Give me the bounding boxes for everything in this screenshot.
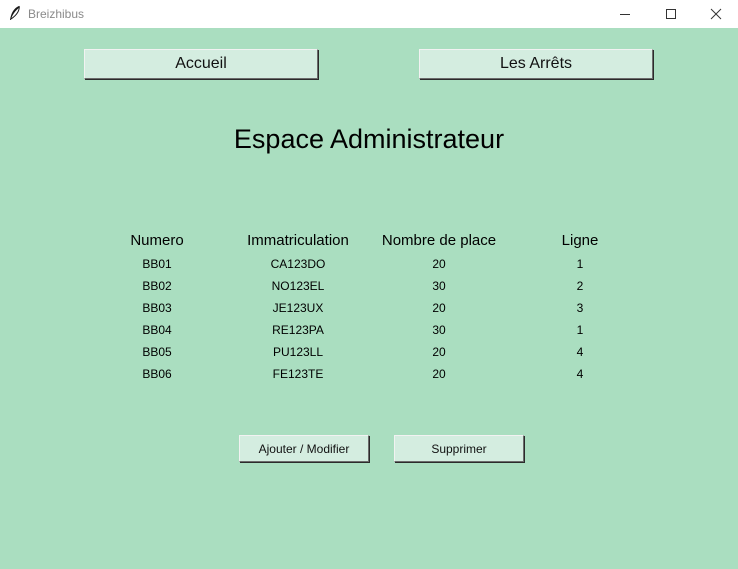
table-cell-immatriculation: FE123TE <box>272 367 324 381</box>
close-button[interactable] <box>693 0 738 28</box>
minimize-icon <box>620 14 630 15</box>
table-cell-immatriculation: PU123LL <box>272 345 324 359</box>
stops-button[interactable]: Les Arrêts <box>419 49 653 79</box>
table-cell-immatriculation: CA123DO <box>270 257 326 271</box>
table-cell-ligne: 1 <box>576 257 584 271</box>
table-cell-nombre-de-place: 30 <box>432 279 446 293</box>
add-modify-button[interactable]: Ajouter / Modifier <box>239 435 369 462</box>
delete-button[interactable]: Supprimer <box>394 435 524 462</box>
table-cell-immatriculation: NO123EL <box>271 279 325 293</box>
table-cell-nombre-de-place: 20 <box>432 301 446 315</box>
table-cell-numero: BB04 <box>142 323 172 337</box>
table-cell-numero: BB02 <box>142 279 172 293</box>
title-bar: Breizhibus <box>0 0 738 28</box>
table-cell-immatriculation: RE123PA <box>272 323 324 337</box>
home-button[interactable]: Accueil <box>84 49 318 79</box>
page-title: Espace Administrateur <box>233 124 505 154</box>
table-cell-ligne: 4 <box>576 367 584 381</box>
table-cell-numero: BB05 <box>142 345 172 359</box>
minimize-button[interactable] <box>602 0 648 28</box>
table-cell-immatriculation: JE123UX <box>272 301 324 315</box>
table-cell-numero: BB06 <box>142 367 172 381</box>
table-cell-ligne: 4 <box>576 345 584 359</box>
table-cell-numero: BB03 <box>142 301 172 315</box>
table-cell-nombre-de-place: 20 <box>432 257 446 271</box>
table-cell-ligne: 3 <box>576 301 584 315</box>
admin-panel: Accueil Les Arrêts Espace Administrateur… <box>0 28 738 569</box>
table-cell-nombre-de-place: 20 <box>432 345 446 359</box>
column-header-immatriculation: Immatriculation <box>247 232 349 249</box>
maximize-button[interactable] <box>648 0 694 28</box>
close-icon <box>710 8 722 20</box>
maximize-icon <box>666 9 676 19</box>
column-header-numero: Numero <box>130 232 184 249</box>
table-cell-nombre-de-place: 20 <box>432 367 446 381</box>
column-header-nombre-de-place: Nombre de place <box>381 232 497 249</box>
window-title: Breizhibus <box>28 7 85 21</box>
table-cell-nombre-de-place: 30 <box>432 323 446 337</box>
table-cell-ligne: 1 <box>576 323 584 337</box>
feather-icon <box>10 5 20 20</box>
column-header-ligne: Ligne <box>561 232 599 249</box>
table-cell-ligne: 2 <box>576 279 584 293</box>
table-cell-numero: BB01 <box>142 257 172 271</box>
